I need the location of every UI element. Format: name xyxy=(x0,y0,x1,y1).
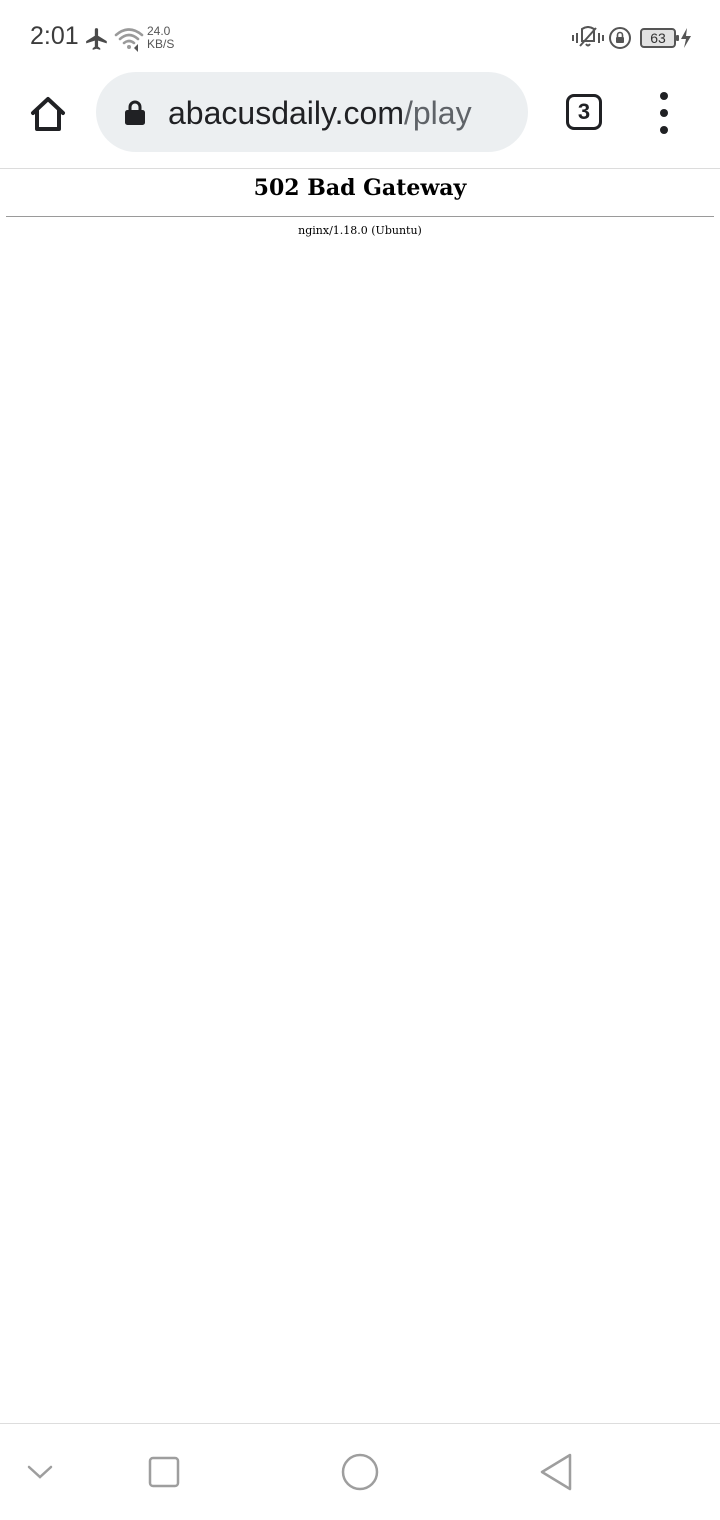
more-options-dot xyxy=(660,109,668,117)
status-time: 2:01 xyxy=(30,22,79,50)
home-button[interactable] xyxy=(24,90,72,138)
url-host: abacusdaily.com xyxy=(168,95,404,131)
phone-screen: 2:01 24.0 KB/S 63 abacusdaily.com/play 3… xyxy=(0,0,720,1520)
back-icon xyxy=(540,1453,572,1491)
server-info: nginx/1.18.0 (Ubuntu) xyxy=(298,224,422,237)
battery-icon: 63 xyxy=(640,28,679,48)
home-circle-icon xyxy=(341,1453,379,1491)
more-options-icon xyxy=(660,92,668,100)
rotation-lock-icon xyxy=(609,27,631,49)
charging-icon xyxy=(681,28,691,48)
recents-icon xyxy=(148,1456,180,1488)
address-bar[interactable]: abacusdaily.com/play xyxy=(96,72,528,152)
recents-button[interactable] xyxy=(144,1452,184,1492)
url-path: /play xyxy=(403,95,472,131)
home-nav-button[interactable] xyxy=(338,1450,382,1494)
more-options-button[interactable] xyxy=(648,92,680,134)
hide-nav-button[interactable] xyxy=(20,1454,60,1490)
lock-icon[interactable] xyxy=(124,100,146,126)
tab-switcher-button[interactable]: 3 xyxy=(566,94,602,130)
wifi-icon xyxy=(114,28,144,52)
browser-toolbar: abacusdaily.com/play 3 xyxy=(0,72,720,169)
network-speed: 24.0 KB/S xyxy=(147,25,179,51)
url-text[interactable]: abacusdaily.com/play xyxy=(168,94,472,132)
vibrate-icon xyxy=(572,26,604,47)
divider xyxy=(6,216,714,217)
hide-nav-chevron-icon xyxy=(27,1465,53,1479)
page-title: 502 Bad Gateway xyxy=(253,175,467,201)
airplane-mode-icon xyxy=(86,28,107,50)
more-options-dot xyxy=(660,126,668,134)
navigation-bar xyxy=(0,1423,720,1520)
back-button[interactable] xyxy=(534,1450,578,1494)
status-bar: 2:01 24.0 KB/S 63 xyxy=(0,0,720,72)
page-content: 502 Bad Gateway nginx/1.18.0 (Ubuntu) xyxy=(0,169,720,1423)
home-icon xyxy=(31,97,65,131)
network-speed-unit: KB/S xyxy=(147,37,175,51)
